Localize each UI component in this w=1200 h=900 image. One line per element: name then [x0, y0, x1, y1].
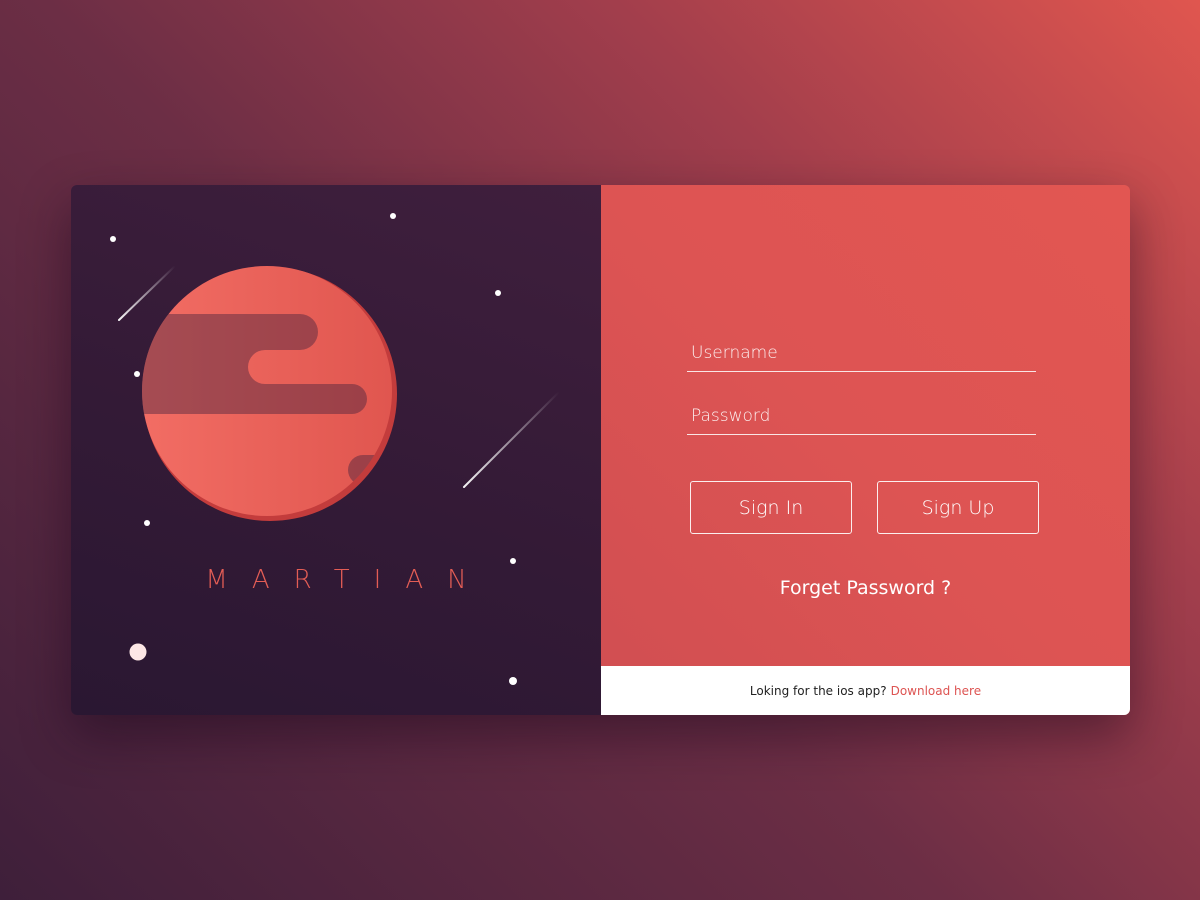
- star: [495, 290, 501, 296]
- star: [510, 558, 516, 564]
- star: [110, 236, 116, 242]
- password-input[interactable]: [687, 400, 1044, 432]
- star: [509, 677, 517, 685]
- login-form-panel: Sign In Sign Up Forget Password ? Loking…: [601, 185, 1130, 715]
- app-download-footer: Loking for the ios app? Download here: [601, 666, 1130, 715]
- illustration-panel: MARTIAN: [71, 185, 601, 715]
- star: [390, 213, 396, 219]
- login-card: MARTIAN Sign In Sign Up Forget Password …: [71, 185, 1130, 715]
- shooting-star: [118, 265, 176, 321]
- sign-up-button[interactable]: Sign Up: [877, 481, 1039, 534]
- shooting-star: [463, 391, 560, 488]
- planet-illustration: [110, 213, 560, 685]
- brand-title: MARTIAN: [205, 565, 491, 595]
- password-field: [687, 394, 1044, 435]
- username-input[interactable]: [687, 337, 1044, 369]
- footer-prompt: Loking for the ios app?: [749, 683, 887, 698]
- download-link[interactable]: Download here: [891, 684, 982, 698]
- star: [134, 371, 140, 377]
- username-field: [687, 331, 1044, 372]
- sign-in-button[interactable]: Sign In: [690, 481, 852, 534]
- planet: [142, 266, 397, 521]
- forgot-password-link[interactable]: Forget Password ?: [601, 577, 1130, 599]
- star: [144, 520, 150, 526]
- star-large: [129, 643, 147, 661]
